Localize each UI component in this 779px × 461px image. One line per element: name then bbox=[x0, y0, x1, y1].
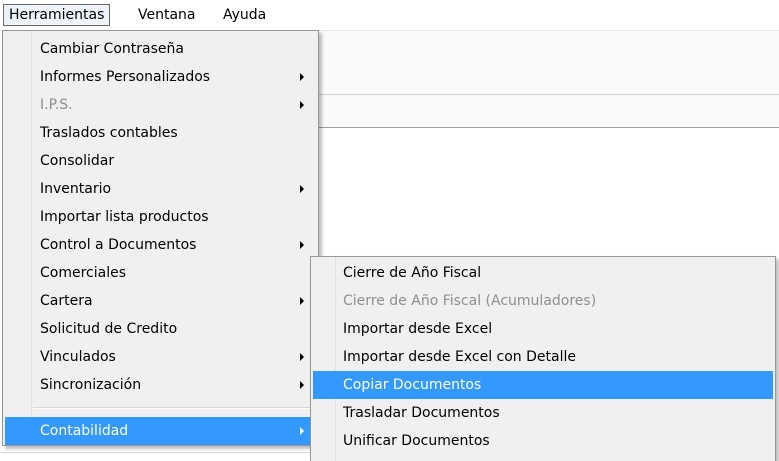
menu-item-solicitud-credito[interactable]: Solicitud de Credito bbox=[5, 315, 316, 343]
submenu-item-copiar-documentos[interactable]: Copiar Documentos bbox=[313, 371, 773, 399]
menu-item-label: Control a Documentos bbox=[40, 237, 197, 253]
menu-item-inventario[interactable]: Inventario bbox=[5, 175, 316, 203]
submenu-arrow-icon bbox=[300, 297, 304, 305]
submenu-arrow-icon bbox=[300, 381, 304, 389]
menu-item-label: I.P.S. bbox=[40, 97, 73, 113]
toolbar-divider bbox=[318, 94, 779, 95]
submenu-item-label: Copiar Documentos bbox=[343, 377, 482, 393]
menu-item-contabilidad[interactable]: Contabilidad bbox=[5, 417, 316, 445]
menu-item-traslados-contables[interactable]: Traslados contables bbox=[5, 119, 316, 147]
toolbar-area bbox=[318, 30, 779, 128]
submenu-item-label: Trasladar Documentos bbox=[343, 405, 500, 421]
submenu-arrow-icon bbox=[300, 427, 304, 435]
menu-item-importar-lista-productos[interactable]: Importar lista productos bbox=[5, 203, 316, 231]
menu-item-informes-personalizados[interactable]: Informes Personalizados bbox=[5, 63, 316, 91]
menu-item-label: Traslados contables bbox=[40, 125, 178, 141]
menu-item-cambiar-contrasena[interactable]: Cambiar Contraseña bbox=[5, 35, 316, 63]
submenu-item-unificar-documentos[interactable]: Unificar Documentos bbox=[313, 427, 773, 455]
submenu-item-label: Importar desde Excel con Detalle bbox=[343, 349, 576, 365]
menu-item-comerciales[interactable]: Comerciales bbox=[5, 259, 316, 287]
menu-item-label: Solicitud de Credito bbox=[40, 321, 178, 337]
menu-item-label: Contabilidad bbox=[40, 423, 129, 439]
menu-item-label: Importar lista productos bbox=[40, 209, 209, 225]
menu-item-label: Sincronización bbox=[40, 377, 142, 393]
menu-item-label: Informes Personalizados bbox=[40, 69, 211, 85]
menu-item-ips[interactable]: I.P.S. bbox=[5, 91, 316, 119]
submenu-item-trasladar-documentos[interactable]: Trasladar Documentos bbox=[313, 399, 773, 427]
submenu-item-importar-excel[interactable]: Importar desde Excel bbox=[313, 315, 773, 343]
submenu-arrow-icon bbox=[300, 101, 304, 109]
lower-strip bbox=[0, 452, 318, 453]
submenu-item-label: Importar desde Excel bbox=[343, 321, 493, 337]
menu-item-label: Cartera bbox=[40, 293, 93, 309]
menu-item-label: Consolidar bbox=[40, 153, 115, 169]
menu-herramientas[interactable]: Herramientas bbox=[3, 4, 111, 26]
menu-bar: Herramientas Ventana Ayuda bbox=[0, 0, 779, 31]
menu-item-label: Vinculados bbox=[40, 349, 116, 365]
contabilidad-submenu: Cierre de Año Fiscal Cierre de Año Fisca… bbox=[310, 256, 776, 461]
submenu-item-importar-excel-detalle[interactable]: Importar desde Excel con Detalle bbox=[313, 343, 773, 371]
submenu-item-label: Cierre de Año Fiscal bbox=[343, 265, 482, 281]
submenu-item-cierre-ano-fiscal-acumuladores[interactable]: Cierre de Año Fiscal (Acumuladores) bbox=[313, 287, 773, 315]
menu-item-control-documentos[interactable]: Control a Documentos bbox=[5, 231, 316, 259]
submenu-item-cierre-ano-fiscal[interactable]: Cierre de Año Fiscal bbox=[313, 259, 773, 287]
menu-item-label: Comerciales bbox=[40, 265, 127, 281]
menu-item-sincronizacion[interactable]: Sincronización bbox=[5, 371, 316, 399]
submenu-arrow-icon bbox=[300, 185, 304, 193]
menu-item-cartera[interactable]: Cartera bbox=[5, 287, 316, 315]
menu-item-vinculados[interactable]: Vinculados bbox=[5, 343, 316, 371]
menu-ayuda[interactable]: Ayuda bbox=[218, 5, 271, 25]
menu-ventana[interactable]: Ventana bbox=[133, 5, 201, 25]
submenu-arrow-icon bbox=[300, 241, 304, 249]
menu-item-consolidar[interactable]: Consolidar bbox=[5, 147, 316, 175]
menu-separator bbox=[33, 407, 314, 409]
herramientas-dropdown: Cambiar Contraseña Informes Personalizad… bbox=[2, 30, 319, 446]
submenu-item-label: Cierre de Año Fiscal (Acumuladores) bbox=[343, 293, 597, 309]
submenu-arrow-icon bbox=[300, 73, 304, 81]
submenu-item-label: Unificar Documentos bbox=[343, 433, 490, 449]
submenu-arrow-icon bbox=[300, 353, 304, 361]
menu-item-label: Cambiar Contraseña bbox=[40, 41, 184, 57]
menu-item-label: Inventario bbox=[40, 181, 112, 197]
